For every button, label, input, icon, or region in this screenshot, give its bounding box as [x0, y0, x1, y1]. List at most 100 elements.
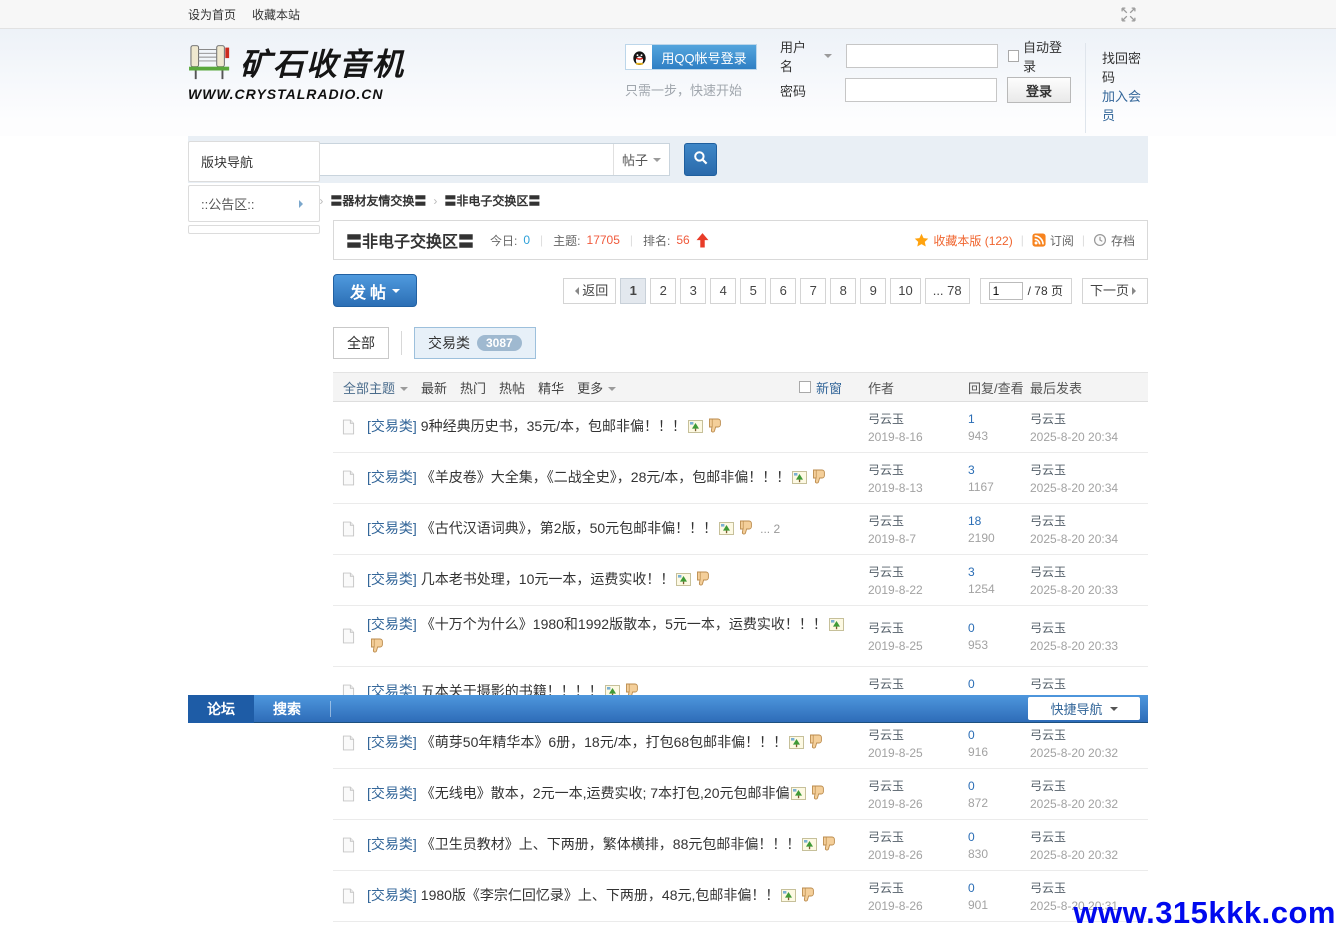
thread-category-link[interactable]: [交易类]	[367, 836, 417, 852]
filter-digest[interactable]: 精华	[538, 378, 564, 397]
fullscreen-icon[interactable]	[1121, 7, 1136, 22]
username-dropdown-icon[interactable]	[824, 54, 832, 62]
lastpost-author-link[interactable]: 弓云玉	[1030, 881, 1066, 895]
thread-category-link[interactable]: [交易类]	[367, 418, 417, 434]
filter-hot[interactable]: 热门	[460, 378, 486, 397]
page-button-1[interactable]: 1	[620, 278, 646, 304]
page-button-9[interactable]: 9	[860, 278, 886, 304]
lastpost-date-link[interactable]: 2025-8-20 20:32	[1030, 848, 1148, 862]
thread-title-link[interactable]: 9种经典历史书，35元/本，包邮非偏！！！	[421, 418, 686, 434]
qq-login-button[interactable]: 用QQ帐号登录	[625, 44, 757, 70]
thread-reply-count[interactable]: 3	[968, 463, 975, 477]
set-home-link[interactable]: 设为首页	[188, 6, 236, 23]
lastpost-author-link[interactable]: 弓云玉	[1030, 779, 1066, 793]
thread-reply-count[interactable]: 0	[968, 881, 975, 895]
search-type-select[interactable]: 帖子	[613, 144, 669, 175]
thread-title-link[interactable]: 1980版《李宗仁回忆录》上、下两册，48元,包邮非偏！！	[421, 887, 780, 903]
tab-trade[interactable]: 交易类 3087	[414, 327, 536, 359]
thread-reply-count[interactable]: 18	[968, 514, 981, 528]
filter-latest[interactable]: 最新	[421, 378, 447, 397]
lastpost-date-link[interactable]: 2025-8-20 20:34	[1030, 430, 1148, 444]
page-button-10[interactable]: 10	[890, 278, 920, 304]
thread-author-link[interactable]: 弓云玉	[868, 728, 904, 742]
page-button-2[interactable]: 2	[650, 278, 676, 304]
lastpost-date-link[interactable]: 2025-8-20 20:34	[1030, 481, 1148, 495]
lastpost-date-link[interactable]: 2025-8-20 20:33	[1030, 583, 1148, 597]
last-pages-button[interactable]: ... 78	[925, 278, 970, 304]
quick-nav-button[interactable]: 快捷导航	[1028, 697, 1140, 720]
new-window-checkbox[interactable]	[799, 381, 811, 393]
find-password-link[interactable]: 找回密码	[1102, 48, 1148, 86]
thread-author-link[interactable]: 弓云玉	[868, 412, 904, 426]
thread-title-link[interactable]: 几本老书处理，10元一本，运费实收！！	[421, 571, 675, 587]
lastpost-author-link[interactable]: 弓云玉	[1030, 621, 1066, 635]
page-button-8[interactable]: 8	[830, 278, 856, 304]
thread-title-link[interactable]: 《萌芽50年精华本》6册，18元/本，打包68包邮非偏！！！	[421, 734, 787, 750]
lastpost-date-link[interactable]: 2025-8-20 20:34	[1030, 532, 1148, 546]
thread-reply-count[interactable]: 0	[968, 728, 975, 742]
site-logo[interactable]: 矿石收音机 WWW.CRYSTALRADIO.CN	[188, 39, 405, 102]
thread-reply-count[interactable]: 1	[968, 412, 975, 426]
thread-author-link[interactable]: 弓云玉	[868, 881, 904, 895]
search-button[interactable]	[684, 143, 717, 176]
thread-reply-count[interactable]: 0	[968, 779, 975, 793]
new-post-button[interactable]: 发帖	[333, 274, 417, 307]
page-button-6[interactable]: 6	[770, 278, 796, 304]
thread-reply-count[interactable]: 0	[968, 621, 975, 635]
thread-category-link[interactable]: [交易类]	[367, 887, 417, 903]
breadcrumb-current-board[interactable]: 〓非电子交换区〓	[444, 192, 540, 209]
thread-author-link[interactable]: 弓云玉	[868, 677, 904, 691]
lastpost-author-link[interactable]: 弓云玉	[1030, 677, 1066, 691]
bottom-nav-search-tab[interactable]: 搜索	[254, 695, 320, 723]
thread-pages-indicator[interactable]: ... 2	[760, 522, 780, 536]
thread-author-link[interactable]: 弓云玉	[868, 514, 904, 528]
page-button-5[interactable]: 5	[740, 278, 766, 304]
thread-author-link[interactable]: 弓云玉	[868, 830, 904, 844]
username-input[interactable]	[846, 44, 998, 68]
thread-reply-count[interactable]: 3	[968, 565, 975, 579]
lastpost-date-link[interactable]: 2025-8-20 20:33	[1030, 639, 1148, 653]
lastpost-author-link[interactable]: 弓云玉	[1030, 514, 1066, 528]
page-button-4[interactable]: 4	[710, 278, 736, 304]
lastpost-date-link[interactable]: 2025-8-20 20:32	[1030, 797, 1148, 811]
lastpost-date-link[interactable]: 2025-8-20 20:32	[1030, 746, 1148, 760]
next-page-button[interactable]: 下一页	[1082, 278, 1148, 304]
thread-reply-count[interactable]: 0	[968, 830, 975, 844]
lastpost-author-link[interactable]: 弓云玉	[1030, 565, 1066, 579]
thread-category-link[interactable]: [交易类]	[367, 469, 417, 485]
bottom-nav-forum-tab[interactable]: 论坛	[188, 695, 254, 723]
thread-title-link[interactable]: 《羊皮卷》大全集，《二战全史》，28元/本，包邮非偏！！！	[421, 469, 790, 485]
thread-title-link[interactable]: 《卫生员教材》上、下两册，繁体横排，88元包邮非偏！！！	[421, 836, 801, 852]
lastpost-author-link[interactable]: 弓云玉	[1030, 830, 1066, 844]
tab-all[interactable]: 全部	[333, 327, 389, 359]
thread-author-link[interactable]: 弓云玉	[868, 565, 904, 579]
join-member-link[interactable]: 加入会员	[1102, 86, 1148, 124]
thread-title-link[interactable]: 《无线电》散本，2元一本,运费实收; 7本打包,20元包邮非偏	[421, 785, 790, 801]
login-button[interactable]: 登录	[1007, 77, 1071, 103]
lastpost-author-link[interactable]: 弓云玉	[1030, 412, 1066, 426]
thread-author-link[interactable]: 弓云玉	[868, 779, 904, 793]
thread-category-link[interactable]: [交易类]	[367, 616, 417, 632]
thread-category-link[interactable]: [交易类]	[367, 571, 417, 587]
thread-category-link[interactable]: [交易类]	[367, 520, 417, 536]
page-jump-input[interactable]	[989, 282, 1023, 300]
subscribe-link[interactable]: 订阅	[1032, 232, 1074, 249]
thread-author-link[interactable]: 弓云玉	[868, 621, 904, 635]
back-button[interactable]: 返回	[563, 278, 616, 304]
password-input[interactable]	[845, 78, 997, 102]
archive-link[interactable]: 存档	[1093, 232, 1135, 249]
auto-login-checkbox[interactable]	[1008, 50, 1019, 62]
thread-reply-count[interactable]: 0	[968, 677, 975, 691]
lastpost-author-link[interactable]: 弓云玉	[1030, 463, 1066, 477]
sidebar-item-announcement[interactable]: ::公告区::	[189, 186, 319, 221]
breadcrumb-parent-board[interactable]: 〓器材友情交换〓	[330, 192, 426, 209]
lastpost-author-link[interactable]: 弓云玉	[1030, 728, 1066, 742]
thread-author-link[interactable]: 弓云玉	[868, 463, 904, 477]
bookmark-site-link[interactable]: 收藏本站	[252, 6, 300, 23]
thread-title-link[interactable]: 《十万个为什么》1980和1992版散本，5元一本，运费实收！！！	[421, 616, 827, 632]
filter-more-dropdown[interactable]: 更多	[577, 378, 616, 397]
page-button-3[interactable]: 3	[680, 278, 706, 304]
filter-hot-posts[interactable]: 热帖	[499, 378, 525, 397]
thread-category-link[interactable]: [交易类]	[367, 785, 417, 801]
thread-title-link[interactable]: 《古代汉语词典》，第2版，50元包邮非偏！！！	[421, 520, 717, 536]
